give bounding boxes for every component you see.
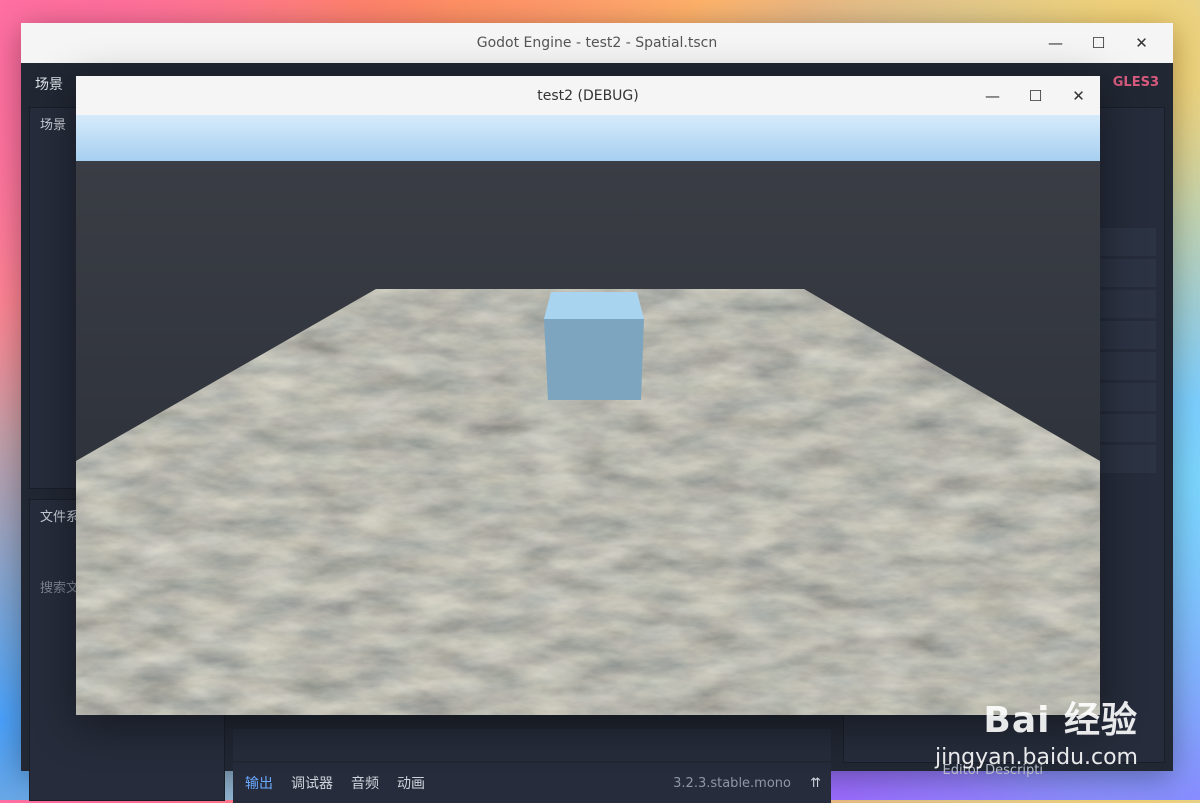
minimize-icon[interactable]: —: [1034, 34, 1077, 52]
bottom-tab-bar: 输出 调试器 音频 动画 3.2.3.stable.mono ⇈: [233, 763, 831, 803]
tab-output[interactable]: 输出: [245, 773, 273, 793]
cube: [544, 292, 644, 400]
bottom-panel: [233, 729, 831, 761]
watermark-url: jingyan.baidu.com: [934, 745, 1138, 770]
main-window-controls: — ☐ ✕: [1034, 23, 1163, 63]
maximize-icon[interactable]: ☐: [1014, 87, 1057, 105]
debug-window-controls: — ☐ ✕: [971, 76, 1100, 115]
version-label: 3.2.3.stable.mono: [673, 775, 791, 791]
pin-icon[interactable]: ⇈: [810, 776, 821, 791]
tab-animation[interactable]: 动画: [397, 773, 425, 793]
debug-window: test2 (DEBUG) — ☐ ✕: [76, 76, 1100, 715]
close-icon[interactable]: ✕: [1120, 34, 1163, 52]
tab-debugger[interactable]: 调试器: [291, 773, 333, 793]
maximize-icon[interactable]: ☐: [1077, 34, 1120, 52]
baidu-watermark: Bai 经验 jingyan.baidu.com: [935, 691, 1138, 770]
debug-window-title: test2 (DEBUG): [537, 87, 639, 104]
renderer-dropdown[interactable]: GLES3: [1113, 75, 1159, 90]
watermark-logo: Bai 经验: [983, 700, 1138, 741]
scene-render: [76, 115, 1100, 715]
game-viewport[interactable]: [76, 115, 1100, 715]
menu-scene[interactable]: 场景: [35, 74, 63, 94]
debug-titlebar: test2 (DEBUG) — ☐ ✕: [76, 76, 1100, 115]
main-window-title: Godot Engine - test2 - Spatial.tscn: [476, 35, 718, 51]
close-icon[interactable]: ✕: [1057, 87, 1100, 105]
sky: [76, 115, 1100, 161]
minimize-icon[interactable]: —: [971, 87, 1014, 105]
tab-audio[interactable]: 音频: [351, 773, 379, 793]
main-titlebar: Godot Engine - test2 - Spatial.tscn — ☐ …: [21, 23, 1173, 63]
